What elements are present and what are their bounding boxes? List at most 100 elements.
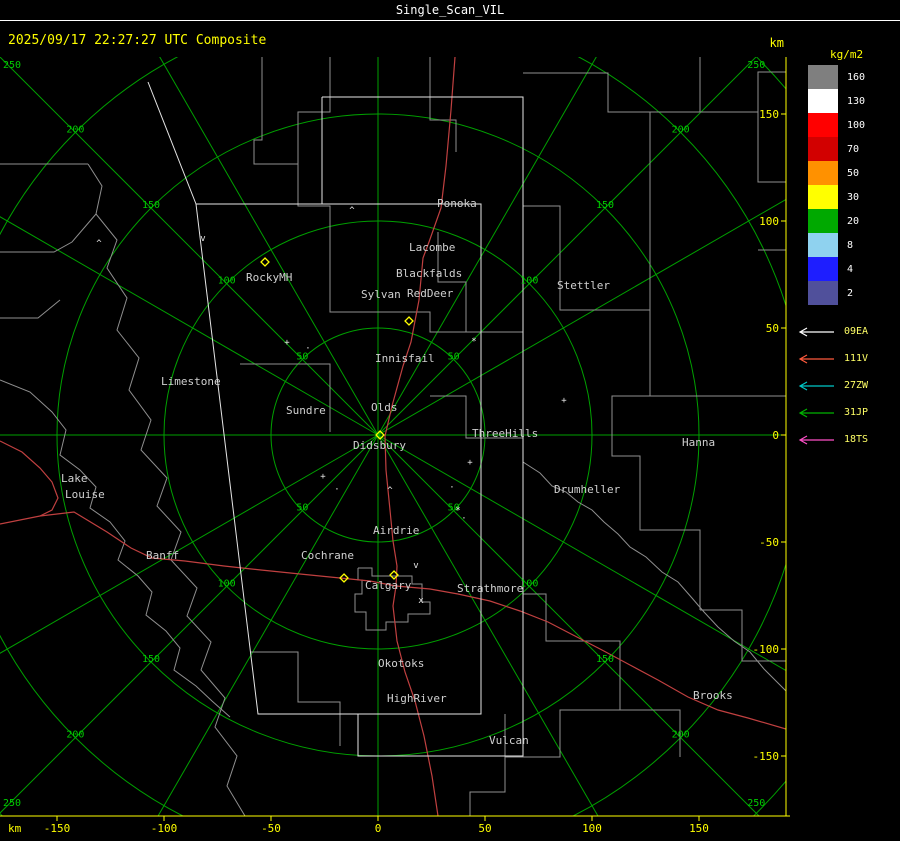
city-label: Stettler — [557, 279, 610, 292]
map-symbol: v — [200, 234, 205, 244]
legend-value-label: 50 — [847, 167, 860, 179]
legend-scale-row: 50 — [808, 161, 865, 185]
radar-map-display[interactable]: 50 5050 50100 100100 100150 150150 150200 20020… — [0, 0, 900, 841]
legend-value-label: 20 — [847, 215, 860, 227]
legend-scale-row: 8 — [808, 233, 865, 257]
county-boundary — [0, 299, 61, 319]
legend-scale-row: 2 — [808, 281, 865, 305]
ring-distance-label: 200 — [672, 730, 690, 741]
legend-radar-row: 09EA — [794, 318, 868, 345]
ring-distance-label: 200 — [672, 124, 690, 135]
scan-area-outline — [147, 81, 197, 205]
county-boundary — [250, 651, 341, 746]
city-label: Ponoka — [437, 197, 477, 210]
legend-value-label: 130 — [847, 95, 866, 107]
map-symbol: + — [467, 458, 473, 468]
city-label: Strathmore — [457, 582, 523, 595]
legend-value-label: 2 — [847, 287, 854, 299]
county-boundary — [469, 757, 506, 816]
right-axis-tick-label: 50 — [766, 322, 779, 335]
city-label: Hanna — [682, 436, 715, 449]
city-label: Vulcan — [489, 734, 529, 747]
ring-distance-label: 150 — [596, 654, 614, 665]
right-axis-tick-label: -50 — [759, 536, 779, 549]
legend-value-label: 8 — [847, 239, 854, 251]
radar-site-marker — [404, 316, 414, 326]
legend-color-box — [808, 281, 838, 305]
map-symbol: * — [455, 506, 460, 516]
map-symbol: + — [320, 472, 326, 482]
radar-id-label: 18TS — [844, 434, 869, 445]
city-label: Lacombe — [409, 241, 455, 254]
ring-distance-label: 250 — [3, 798, 21, 809]
radar-arrow-icon — [798, 407, 834, 418]
map-symbol: x — [418, 596, 424, 606]
bottom-axis-tick-label: -150 — [44, 822, 71, 835]
legend-radar-row: 111V — [794, 345, 868, 372]
legend-value-label: 30 — [847, 191, 860, 203]
map-symbol: ^ — [387, 486, 393, 496]
county-boundary — [757, 112, 786, 183]
right-axis-tick-label: -100 — [753, 643, 780, 656]
city-label: Sundre — [286, 404, 326, 417]
ring-distance-label: 50 — [448, 351, 460, 362]
ring-distance-label: 100 — [218, 276, 236, 287]
radar-app-window: Single_Scan_VIL 2025/09/17 22:27:27 UTC … — [0, 0, 900, 841]
radial-line — [377, 434, 760, 816]
legend-radar-row: 31JP — [794, 399, 868, 426]
ring-distance-label: 200 — [66, 730, 84, 741]
city-label: RockyMH — [246, 271, 292, 284]
map-symbol: ^ — [96, 239, 102, 249]
city-label: Lake — [61, 472, 88, 485]
ring-distance-label: 150 — [142, 200, 160, 211]
legend-scale-row: 20 — [808, 209, 865, 233]
legend-color-box — [808, 137, 838, 161]
radar-arrow-shape — [798, 407, 834, 418]
bottom-axis-tick-label: -100 — [151, 822, 178, 835]
legend-scale-row: 160 — [808, 65, 865, 89]
city-label: Banff — [146, 549, 179, 562]
radar-arrow-shape — [798, 380, 834, 391]
city-label: Louise — [65, 488, 105, 501]
map-layer: 50 5050 50100 100100 100150 150150 150200 20020… — [0, 57, 786, 816]
county-boundary — [0, 379, 231, 718]
map-symbol: · — [449, 483, 454, 493]
legend-value-label: 4 — [847, 263, 854, 275]
legend-color-scale: 160 130 100 70 50 30 20 8 4 2 — [808, 65, 865, 305]
legend-radar-row: 18TS — [794, 426, 868, 453]
ring-distance-label: 250 — [747, 798, 765, 809]
radar-arrow-icon — [798, 353, 834, 364]
county-boundary — [429, 57, 457, 152]
county-boundary — [297, 57, 331, 164]
radar-id-label: 27ZW — [844, 380, 869, 391]
radar-arrow-icon — [798, 380, 834, 391]
bottom-axis-tick-label: 150 — [689, 822, 709, 835]
legend-color-box — [808, 89, 838, 113]
bottom-axis-tick-label: 0 — [375, 822, 382, 835]
legend-value-label: 70 — [847, 143, 860, 155]
legend-scale-row: 130 — [808, 89, 865, 113]
right-axis-tick-label: 150 — [759, 108, 779, 121]
city-label: Okotoks — [378, 657, 424, 670]
ring-distance-label: 150 — [142, 654, 160, 665]
city-label: Blackfalds — [396, 267, 462, 280]
radial-line — [0, 57, 379, 436]
legend-value-label: 100 — [847, 119, 866, 131]
legend-color-box — [808, 161, 838, 185]
county-boundary — [700, 71, 786, 113]
map-symbol: ^ — [349, 206, 355, 216]
right-axis-tick-label: 0 — [772, 429, 779, 442]
legend-scale-row: 30 — [808, 185, 865, 209]
map-symbol: + — [561, 396, 567, 406]
county-boundary — [611, 310, 701, 610]
legend-scale-row: 70 — [808, 137, 865, 161]
bottom-axis-tick-label: -50 — [261, 822, 281, 835]
radar-id-label: 111V — [844, 353, 869, 364]
radar-arrow-icon — [798, 326, 834, 337]
legend-color-box — [808, 257, 838, 281]
map-symbol: * — [471, 337, 476, 347]
county-boundary — [523, 57, 701, 113]
right-axis-tick-label: -150 — [753, 750, 780, 763]
legend-radar-list: 09EA 111V 27ZW 31JP 18TS — [794, 318, 868, 453]
radial-line — [377, 434, 599, 816]
